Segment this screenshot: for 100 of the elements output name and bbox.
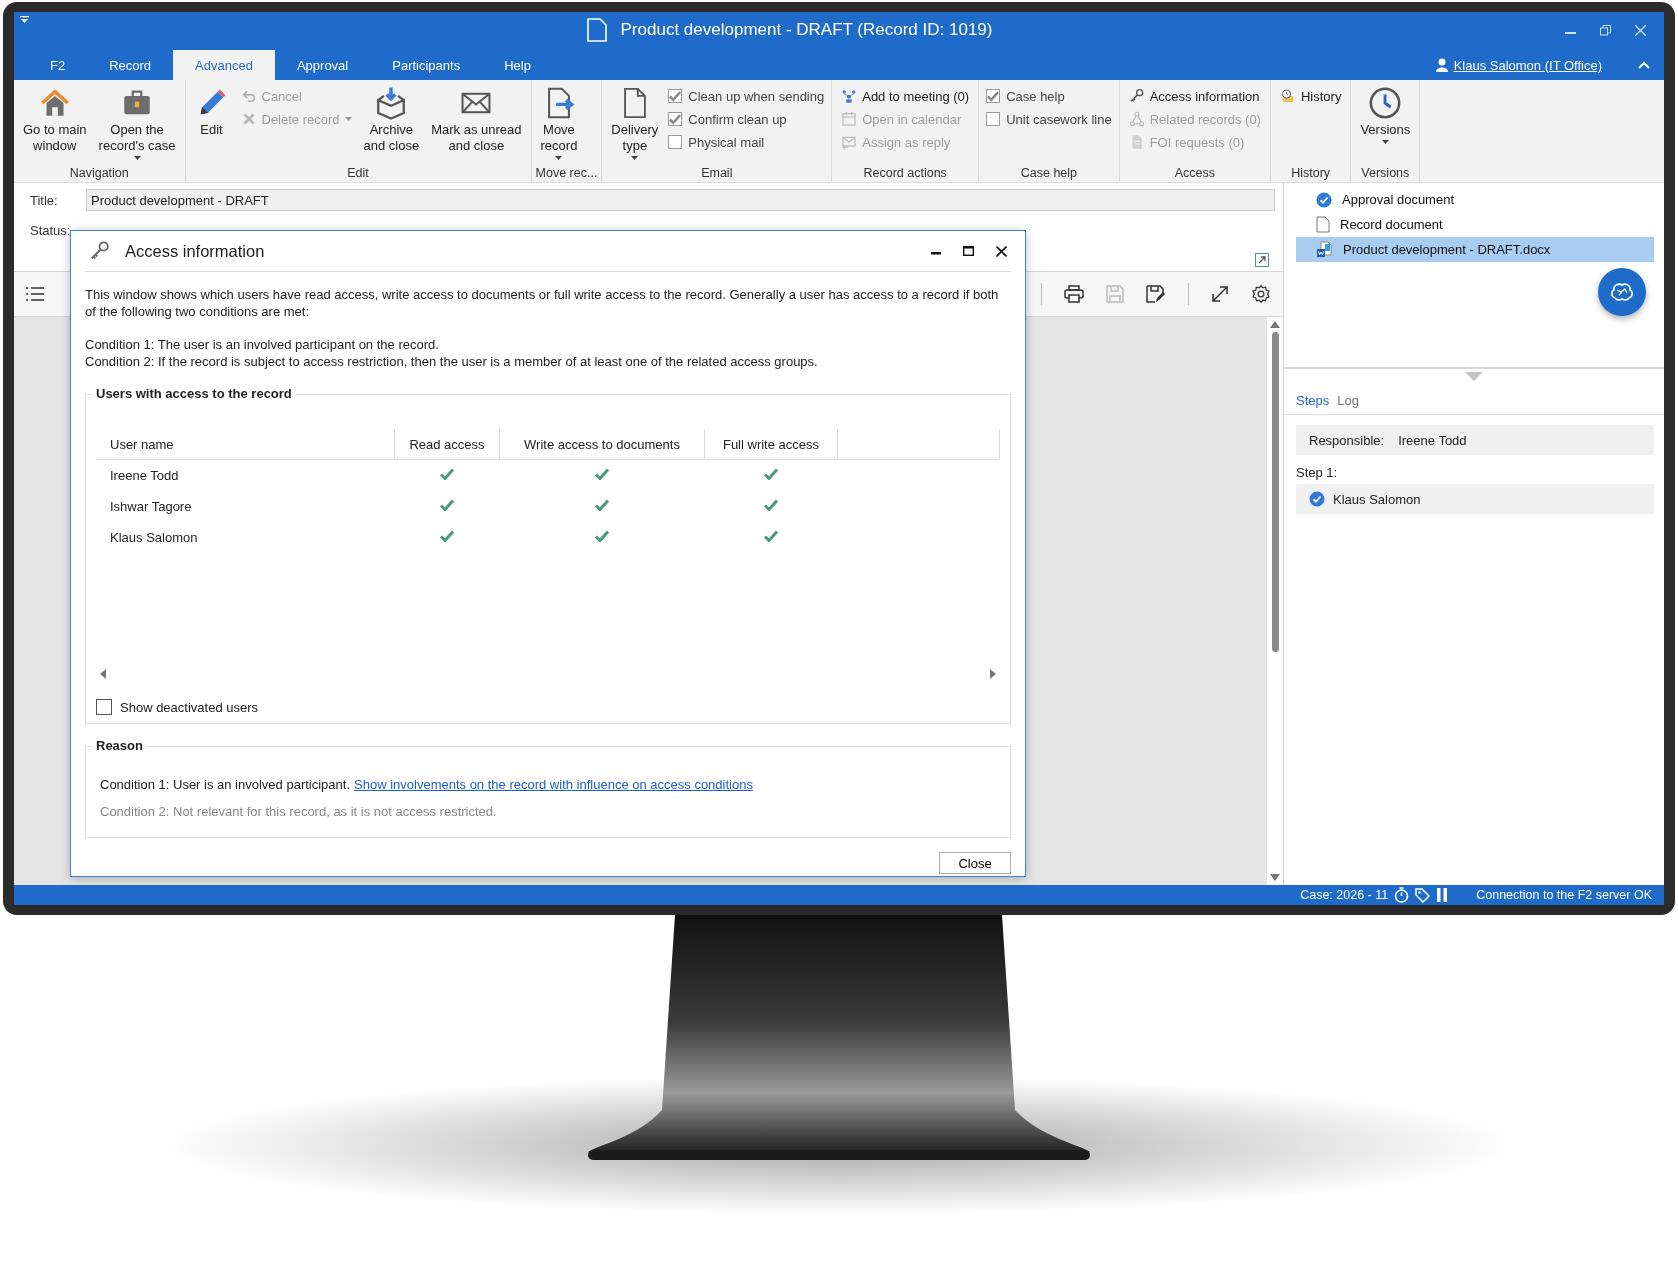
check-icon bbox=[669, 113, 682, 125]
close-button[interactable]: Close bbox=[939, 852, 1011, 874]
ribbon-tab[interactable]: Help bbox=[482, 50, 553, 80]
table-cell-text: Klaus Salomon bbox=[109, 529, 199, 547]
reason-text: Condition 1: User is an involved participant. bbox=[100, 777, 351, 792]
ribbon-button[interactable]: Archive and close bbox=[358, 84, 425, 166]
ribbon-button[interactable]: Mark as unread and close bbox=[426, 84, 527, 166]
ribbon-group-label: Move rec... bbox=[535, 166, 598, 180]
ribbon-group-label: Case help bbox=[1019, 166, 1079, 180]
check-icon bbox=[764, 530, 778, 542]
check-circle-icon bbox=[1309, 491, 1325, 507]
expand-icon[interactable] bbox=[1211, 285, 1229, 303]
involvements-link[interactable]: Show involvements on the record with influence on access conditions bbox=[354, 777, 753, 792]
field-value: Ireene Todd bbox=[1398, 432, 1467, 448]
connection-status: Connection to the F2 server OK bbox=[1476, 888, 1652, 902]
list-icon[interactable] bbox=[26, 287, 44, 301]
ribbon-tab[interactable]: Advanced bbox=[173, 50, 275, 80]
check-circle-icon bbox=[1316, 191, 1332, 208]
check-icon bbox=[595, 468, 609, 480]
column-header[interactable]: Read access bbox=[394, 429, 500, 460]
ribbon-button[interactable]: Delivery type bbox=[606, 84, 664, 166]
check-icon bbox=[440, 530, 454, 542]
scroll-down-icon[interactable] bbox=[1270, 874, 1280, 881]
key-icon bbox=[1128, 88, 1145, 104]
scroll-clock-icon bbox=[1279, 88, 1296, 104]
check-icon bbox=[764, 468, 778, 480]
pause-icon[interactable] bbox=[1436, 888, 1449, 902]
column-header[interactable]: User name bbox=[96, 429, 395, 460]
checkbox[interactable] bbox=[668, 89, 683, 103]
scrollbar-thumb[interactable] bbox=[1271, 332, 1279, 652]
ribbon-button[interactable]: History bbox=[1277, 86, 1344, 106]
check-icon bbox=[987, 90, 1000, 102]
checkbox[interactable] bbox=[96, 699, 112, 715]
ribbon-group-label: Versions bbox=[1360, 166, 1411, 180]
person-name: Klaus Salomon bbox=[1333, 491, 1421, 507]
print-icon[interactable] bbox=[1064, 285, 1084, 303]
ribbon-button[interactable]: Access information bbox=[1126, 86, 1263, 106]
ribbon-group-label: History bbox=[1290, 166, 1332, 180]
pop-out-icon[interactable] bbox=[1255, 253, 1269, 267]
close-icon[interactable] bbox=[996, 245, 1007, 257]
window-title: Product development - DRAFT (Record ID: 1019) bbox=[620, 20, 993, 40]
step-label: Step 1: bbox=[1296, 465, 1339, 480]
stopwatch-icon[interactable] bbox=[1394, 887, 1410, 903]
checkbox[interactable] bbox=[986, 89, 1001, 103]
ribbon-group-label: Navigation bbox=[68, 166, 130, 180]
table-cell-text: Ishwar Tagore bbox=[109, 498, 193, 516]
panel-tab[interactable]: Steps bbox=[1296, 393, 1330, 408]
check-icon bbox=[764, 499, 778, 511]
ribbon-tab[interactable]: Record bbox=[87, 50, 174, 80]
settings-icon[interactable] bbox=[1251, 284, 1271, 304]
scroll-right-icon[interactable] bbox=[990, 669, 996, 679]
intro-text: This window shows which users have read access, write access to documents or full write access to the record. Generally a user has access to a record if both of the following two conditions are met: bbox=[85, 286, 1000, 320]
dropdown-icon[interactable] bbox=[20, 16, 29, 24]
checkbox[interactable] bbox=[668, 135, 683, 149]
user-link[interactable]: Klaus Salomon (IT Office) bbox=[1453, 57, 1602, 73]
field-label: Title: bbox=[30, 192, 59, 208]
save-edit-icon[interactable] bbox=[1146, 285, 1166, 303]
person-icon bbox=[1435, 58, 1448, 72]
checkbox-label: Clean up when sending bbox=[688, 88, 825, 104]
column-header[interactable]: Write access to documents bbox=[499, 429, 705, 460]
document-icon bbox=[586, 18, 607, 42]
check-icon bbox=[440, 468, 454, 480]
restore-icon[interactable] bbox=[1600, 24, 1611, 36]
scroll-left-icon[interactable] bbox=[100, 669, 106, 679]
ribbon-tab[interactable]: Participants bbox=[370, 50, 483, 80]
ribbon-button[interactable]: Add to meeting (0) bbox=[839, 86, 972, 106]
chevron-up-icon[interactable] bbox=[1638, 61, 1650, 69]
document-icon bbox=[1316, 216, 1330, 233]
checkbox-label: Confirm clean up bbox=[688, 111, 787, 127]
scroll-up-icon[interactable] bbox=[1270, 321, 1280, 328]
brain-button[interactable] bbox=[1598, 268, 1646, 316]
ribbon-button[interactable]: Edit bbox=[189, 84, 234, 166]
table-cell: Ireene Todd bbox=[96, 459, 395, 491]
maximize-icon[interactable] bbox=[963, 246, 974, 256]
column-header[interactable]: Full write access bbox=[704, 429, 838, 460]
ribbon-button[interactable]: Move record bbox=[535, 84, 583, 166]
check-icon bbox=[440, 499, 454, 511]
group-title: Users with access to the record bbox=[92, 386, 296, 401]
case-number: Case: 2026 - 11 bbox=[1300, 888, 1389, 902]
ribbon-tab[interactable]: F2 bbox=[28, 50, 88, 80]
undo-icon bbox=[240, 88, 257, 104]
field-label: Status: bbox=[30, 222, 72, 238]
dialog-title: Access information bbox=[125, 241, 266, 261]
ribbon-group-label: Access bbox=[1173, 166, 1216, 180]
document-item[interactable]: Product development - DRAFT.docx bbox=[1296, 237, 1654, 262]
ribbon-button[interactable]: Open the record's case bbox=[93, 84, 181, 166]
panel-tab[interactable]: Log bbox=[1337, 393, 1359, 408]
tag-icon[interactable] bbox=[1415, 887, 1431, 903]
calendar-icon bbox=[841, 111, 858, 127]
check-icon bbox=[669, 90, 682, 102]
document-item[interactable]: Record document bbox=[1296, 212, 1654, 237]
checkbox[interactable] bbox=[986, 112, 1001, 126]
network-icon bbox=[1128, 111, 1145, 127]
ribbon-button[interactable]: Versions bbox=[1355, 84, 1416, 166]
title-field[interactable]: Product development - DRAFT bbox=[86, 189, 1275, 211]
checkbox[interactable] bbox=[668, 112, 683, 126]
document-item[interactable]: Approval document bbox=[1296, 187, 1654, 212]
ribbon-tab[interactable]: Approval bbox=[274, 50, 371, 80]
ribbon-button[interactable]: Go to main window bbox=[18, 84, 92, 166]
checkbox-label: Physical mail bbox=[688, 134, 765, 150]
